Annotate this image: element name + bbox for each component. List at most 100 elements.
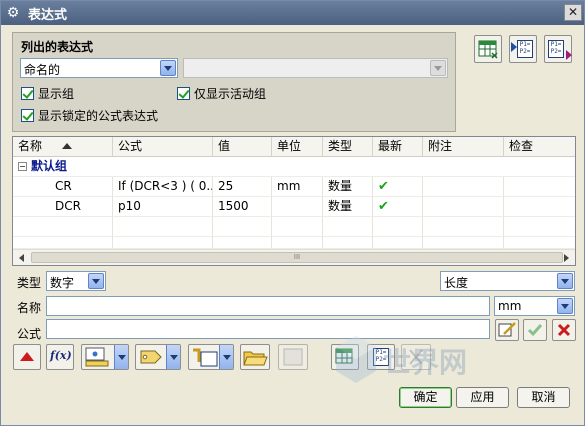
cell-check [504,177,575,197]
gear-icon[interactable]: ⚙ [4,4,22,22]
group-label: 默认组 [31,159,68,173]
open-file-button[interactable] [240,344,270,370]
cell-type: 数量 [323,197,373,217]
cell-note [423,197,504,217]
dimension-select[interactable]: 长度 [440,271,575,291]
filter-select[interactable]: 命名的 [20,58,178,78]
empty-row [13,237,575,249]
functions-button[interactable]: f(x) [46,344,74,370]
chevron-down-icon[interactable] [219,345,233,369]
query-button[interactable] [135,344,181,370]
expression-dialog: ⚙ 表达式 ✕ 列出的表达式 命名的 显示组 仅显示活动组 显示锁定的公式表达式 [0,0,585,426]
column-header-unit[interactable]: 单位 [272,137,323,157]
dimension-select-value: 长度 [444,276,469,290]
checkbox-checked-icon[interactable] [177,87,190,100]
show-locked-checkbox[interactable]: 显示锁定的公式表达式 [21,107,158,124]
type-label: 类型 [17,276,42,290]
chevron-down-icon[interactable] [557,273,573,289]
scroll-thumb[interactable]: III [31,252,563,263]
close-icon[interactable]: ✕ [564,4,582,21]
table-view-button [278,344,308,370]
export-expressions-button[interactable]: P1= P2= [544,35,572,63]
cell-formula: p10 [113,197,213,217]
cancel-button[interactable]: 取消 [517,387,570,408]
cell-note [423,177,504,197]
triangle-up-icon [20,352,34,361]
spreadsheet-button[interactable] [474,35,502,63]
cell-value: 1500 [213,197,272,217]
column-header-latest[interactable]: 最新 [373,137,423,157]
expression-list-button[interactable]: P1= P2= [367,344,395,370]
interpart-button[interactable] [188,344,234,370]
group-title: 列出的表达式 [21,40,94,54]
column-header-name[interactable]: 名称 [13,137,113,157]
arrow-right-icon [566,50,572,60]
show-locked-label: 显示锁定的公式表达式 [38,109,159,123]
measure-icon [85,347,109,367]
type-select[interactable]: 数字 [46,271,106,291]
measure-button[interactable] [81,344,129,370]
checkbox-checked-icon[interactable] [21,87,34,100]
show-groups-checkbox[interactable]: 显示组 [21,85,74,102]
filter2-select [183,58,448,78]
x-icon [557,323,571,337]
x-icon [409,349,423,365]
unit-select[interactable]: mm [494,296,575,316]
name-input[interactable] [46,296,490,316]
show-active-only-label: 仅显示活动组 [194,87,267,101]
column-header-check[interactable]: 检查 [504,137,575,157]
collapse-icon[interactable]: − [18,162,27,171]
column-header-type[interactable]: 类型 [323,137,373,157]
chevron-down-icon[interactable] [166,345,180,369]
chevron-down-icon[interactable] [160,60,176,76]
show-active-only-checkbox[interactable]: 仅显示活动组 [177,85,266,102]
cell-name: CR [13,177,113,197]
check-icon: ✔ [373,177,423,197]
checkmark-icon [527,324,543,337]
scroll-left-icon[interactable] [19,254,24,262]
checkbox-checked-icon[interactable] [21,109,34,122]
column-header-note[interactable]: 附注 [423,137,504,157]
column-header-formula[interactable]: 公式 [113,137,213,157]
expressions-table: 名称 公式 值 单位 类型 最新 附注 检查 − 默认组 CR If (DCR<3… [12,136,576,266]
collapse-panel-button[interactable] [13,344,41,370]
type-select-value: 数字 [50,276,75,290]
reject-edit-button[interactable] [552,319,576,341]
chevron-down-icon[interactable] [114,345,128,369]
unit-select-value: mm [498,299,522,313]
spreadsheet-edit-button[interactable] [331,344,359,370]
edit-formula-button[interactable] [495,319,519,341]
chevron-down-icon[interactable] [557,298,573,314]
horizontal-scrollbar[interactable]: III [13,249,575,265]
empty-row [13,217,575,237]
group-row[interactable]: − 默认组 [13,157,575,177]
column-header-value[interactable]: 值 [213,137,272,157]
delete-button [401,344,431,370]
chevron-down-icon[interactable] [88,273,104,289]
filter-select-value: 命名的 [24,63,61,77]
table-header: 名称 公式 值 单位 类型 最新 附注 检查 [13,137,575,157]
ok-button[interactable]: 确定 [399,387,452,408]
formula-input[interactable] [46,319,490,339]
cell-unit [272,197,323,217]
grid-icon [283,348,303,366]
apply-button[interactable]: 应用 [456,387,509,408]
folder-open-icon [243,351,268,366]
scroll-right-icon[interactable] [564,254,569,262]
spreadsheet-icon [335,348,353,364]
chevron-down-icon [430,60,446,76]
table-row[interactable]: CR If (DCR<3 ) ( 0... 25 mm 数量 ✔ [13,177,575,197]
import-expressions-button[interactable]: P1= P2= [509,35,537,63]
cell-name: DCR [13,197,113,217]
window-title: 表达式 [28,7,68,23]
expression-list-icon: P1= P2= [517,40,533,58]
edit-icon [498,322,516,337]
name-label: 名称 [17,301,42,315]
function-icon: f(x) [50,349,72,362]
sort-ascending-icon [62,143,72,149]
expression-list-icon: P1= P2= [373,348,389,366]
cell-type: 数量 [323,177,373,197]
table-row[interactable]: DCR p10 1500 数量 ✔ [13,197,575,217]
accept-edit-button[interactable] [523,319,547,341]
show-groups-label: 显示组 [38,87,75,101]
